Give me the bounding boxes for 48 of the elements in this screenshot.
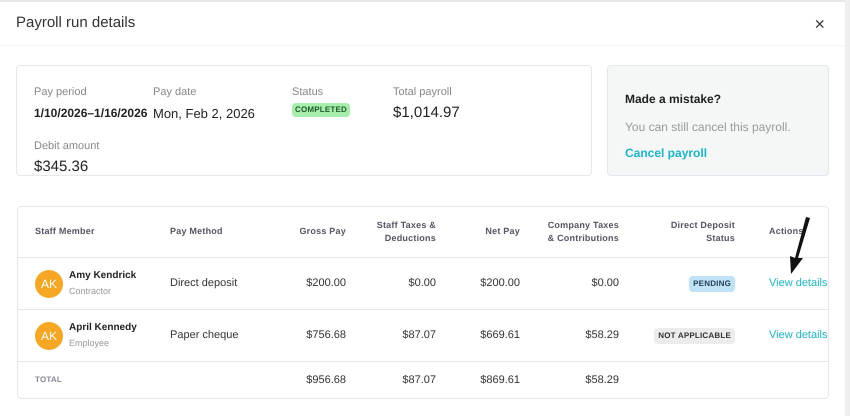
table-cell-text: $200.00 [305, 276, 346, 292]
avatar: AK [35, 322, 63, 350]
view-details-link[interactable]: View details [769, 277, 828, 290]
field-value: $345.36 [34, 156, 88, 176]
field-value: $1,014.97 [393, 102, 460, 122]
staff-name: April Kennedy [69, 321, 137, 336]
field-value: Mon, Feb 2, 2026 [153, 104, 255, 122]
staff-name: Amy Kendrick [69, 269, 136, 284]
table-cell-text: $58.29 [584, 328, 619, 344]
modal-title: Payroll run details [16, 13, 136, 34]
table-cell-text: Paper cheque [170, 328, 240, 344]
field-label: Total payroll [393, 85, 453, 100]
table-cell-text: $669.61 [479, 328, 520, 344]
table-cell-text: $869.61 [479, 372, 520, 388]
column-header: Net Pay [484, 225, 520, 238]
status-badge: PENDING [689, 276, 735, 292]
staff-role: Contractor [69, 285, 112, 298]
close-button[interactable]: × [814, 14, 825, 32]
field-label: Pay period [34, 85, 88, 100]
table-cell-text: $756.68 [305, 328, 346, 344]
view-details-link[interactable]: View details [769, 329, 828, 342]
staff-role: Employee [69, 337, 110, 350]
column-header: Staff Taxes & Deductions [376, 218, 436, 245]
table-cell-text: $58.29 [584, 372, 619, 388]
avatar: AK [35, 270, 63, 298]
total-label: TOTAL [35, 374, 63, 386]
notice-title: Made a mistake? [625, 91, 722, 108]
column-header: Pay Method [170, 225, 224, 238]
column-header: Actions [768, 225, 805, 238]
column-header: Gross Pay [298, 225, 346, 238]
table-cell-text: $200.00 [479, 276, 520, 292]
table-cell-text: $87.07 [401, 372, 436, 388]
column-header: Staff Member [35, 225, 96, 238]
table-cell-text: $0.00 [407, 276, 436, 292]
status-badge: COMPLETED [292, 102, 350, 116]
cancel-payroll-link[interactable]: Cancel payroll [625, 144, 811, 162]
field-value: 1/10/2026–1/16/2026 [34, 104, 148, 122]
status-badge: NOT APPLICABLE [654, 328, 735, 344]
column-header: Company Taxes & Contributions [546, 218, 619, 245]
table-cell-text: $0.00 [590, 276, 619, 292]
table-cell-text: Direct deposit [170, 276, 238, 292]
column-header: Direct Deposit Status [670, 218, 735, 245]
table-cell-text: $87.07 [401, 328, 436, 344]
notice-text: You can still cancel this payroll. [625, 119, 792, 136]
field-label: Debit amount [34, 139, 100, 154]
field-label: Pay date [153, 85, 198, 100]
table-cell-text: $956.68 [305, 372, 346, 388]
field-label: Status [292, 85, 324, 100]
